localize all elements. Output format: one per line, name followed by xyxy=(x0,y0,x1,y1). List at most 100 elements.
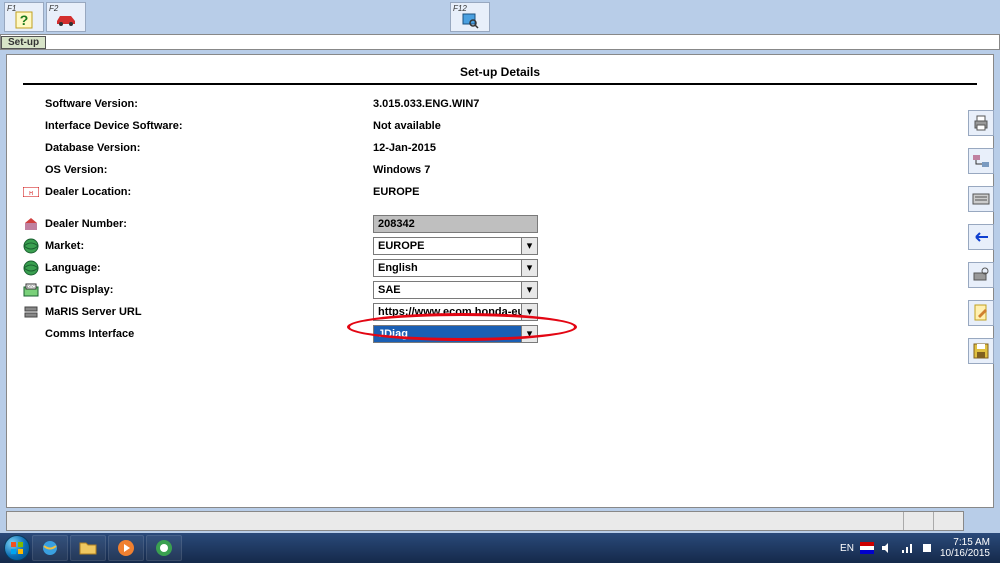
taskbar-media[interactable] xyxy=(108,535,144,561)
row-comms-interface: Comms Interface JDiag ▾ xyxy=(23,323,977,344)
fkey-label: F12 xyxy=(453,4,467,13)
keyboard-button[interactable] xyxy=(968,186,994,212)
row-dealer-location: H Dealer Location: EUROPE xyxy=(23,181,977,202)
chevron-down-icon: ▾ xyxy=(521,238,537,254)
dtc-icon: DTC xyxy=(23,282,39,298)
chevron-down-icon: ▾ xyxy=(521,326,537,342)
back-button[interactable] xyxy=(968,224,994,250)
f1-help-button[interactable]: F1 ? xyxy=(4,2,44,32)
select-value: English xyxy=(374,262,521,274)
dealer-icon xyxy=(23,216,39,232)
main-panel: Set-up Details Software Version: 3.015.0… xyxy=(6,54,994,508)
tray-time: 7:15 AM xyxy=(953,537,990,548)
label: Market: xyxy=(45,240,84,252)
server-icon xyxy=(23,304,39,320)
row-software-version: Software Version: 3.015.033.ENG.WIN7 xyxy=(23,93,977,114)
value: EUROPE xyxy=(373,186,419,198)
language-select[interactable]: English ▾ xyxy=(373,259,538,277)
dealer-number-input[interactable] xyxy=(373,215,538,233)
help-icon: ? xyxy=(15,11,33,29)
label: MaRIS Server URL xyxy=(45,306,142,318)
label: Comms Interface xyxy=(45,328,134,340)
maris-url-select[interactable]: https://www.ecom.honda-eu.com/er ▾ xyxy=(373,303,538,321)
svg-text:?: ? xyxy=(20,12,29,28)
media-icon xyxy=(117,539,135,557)
tab-bar: Set-up xyxy=(0,34,1000,50)
row-database-version: Database Version: 12-Jan-2015 xyxy=(23,137,977,158)
globe-icon xyxy=(23,238,39,254)
print-button[interactable] xyxy=(968,110,994,136)
printer-icon xyxy=(972,115,990,131)
row-language: Language: English ▾ xyxy=(23,257,977,278)
dtc-display-select[interactable]: SAE ▾ xyxy=(373,281,538,299)
network-icon[interactable] xyxy=(900,541,914,555)
chevron-down-icon: ▾ xyxy=(521,304,537,320)
keyboard-icon xyxy=(972,193,990,205)
top-toolbar: F1 ? F2 F12 xyxy=(0,0,1000,34)
label: Dealer Location: xyxy=(45,186,131,198)
label: OS Version: xyxy=(45,164,107,176)
tray-language[interactable]: EN xyxy=(840,543,854,554)
status-slot-2 xyxy=(933,512,963,530)
label: Interface Device Software: xyxy=(45,120,183,132)
flag-icon[interactable] xyxy=(860,541,874,555)
windows-logo-icon xyxy=(10,541,24,555)
panel-title: Set-up Details xyxy=(23,65,977,85)
taskbar-app[interactable] xyxy=(146,535,182,561)
row-os-version: OS Version: Windows 7 xyxy=(23,159,977,180)
taskbar-ie[interactable] xyxy=(32,535,68,561)
status-bar xyxy=(6,511,964,531)
select-value: EUROPE xyxy=(374,240,521,252)
chevron-down-icon: ▾ xyxy=(521,282,537,298)
arrow-left-icon xyxy=(972,231,990,243)
svg-text:H: H xyxy=(29,191,33,197)
select-value: SAE xyxy=(374,284,521,296)
floppy-icon xyxy=(973,343,989,359)
f2-vehicle-button[interactable]: F2 xyxy=(46,2,86,32)
tray-clock[interactable]: 7:15 AM 10/16/2015 xyxy=(940,537,990,559)
value: Windows 7 xyxy=(373,164,430,176)
tab-setup[interactable]: Set-up xyxy=(1,36,46,49)
settings-button[interactable] xyxy=(968,262,994,288)
edit-button[interactable] xyxy=(968,300,994,326)
value: 3.015.033.ENG.WIN7 xyxy=(373,98,479,110)
row-dtc-display: DTC DTC Display: SAE ▾ xyxy=(23,279,977,300)
save-button[interactable] xyxy=(968,338,994,364)
comms-interface-select[interactable]: JDiag ▾ xyxy=(373,325,538,343)
f12-search-button[interactable]: F12 xyxy=(450,2,490,32)
label: Language: xyxy=(45,262,101,274)
fkey-label: F2 xyxy=(49,4,58,13)
volume-icon[interactable] xyxy=(880,541,894,555)
gear-print-icon xyxy=(972,267,990,283)
row-market: Market: EUROPE ▾ xyxy=(23,235,977,256)
tray-date: 10/16/2015 xyxy=(940,548,990,559)
start-button[interactable] xyxy=(4,535,30,561)
label: Database Version: xyxy=(45,142,140,154)
market-select[interactable]: EUROPE ▾ xyxy=(373,237,538,255)
svg-text:DTC: DTC xyxy=(27,284,35,289)
value: Not available xyxy=(373,120,441,132)
row-interface-device: Interface Device Software: Not available xyxy=(23,115,977,136)
honda-icon: H xyxy=(23,184,39,200)
ie-icon xyxy=(41,539,59,557)
label: Dealer Number: xyxy=(45,218,127,230)
fkey-label: F1 xyxy=(7,4,16,13)
taskbar-explorer[interactable] xyxy=(70,535,106,561)
tray-misc-icon[interactable] xyxy=(920,541,934,555)
app-icon xyxy=(155,539,173,557)
connection-button[interactable] xyxy=(968,148,994,174)
right-sidebar xyxy=(968,110,998,364)
chevron-down-icon: ▾ xyxy=(521,260,537,276)
car-icon xyxy=(55,13,77,27)
connection-icon xyxy=(972,153,990,169)
select-value: JDiag xyxy=(374,328,521,340)
edit-doc-icon xyxy=(973,304,989,322)
search-icon xyxy=(461,11,479,29)
folder-icon xyxy=(79,540,97,556)
row-dealer-number: Dealer Number: xyxy=(23,213,977,234)
system-tray: EN 7:15 AM 10/16/2015 xyxy=(840,537,996,559)
taskbar: EN 7:15 AM 10/16/2015 xyxy=(0,533,1000,563)
label: DTC Display: xyxy=(45,284,113,296)
status-slot-1 xyxy=(903,512,933,530)
select-value: https://www.ecom.honda-eu.com/er xyxy=(374,306,521,318)
